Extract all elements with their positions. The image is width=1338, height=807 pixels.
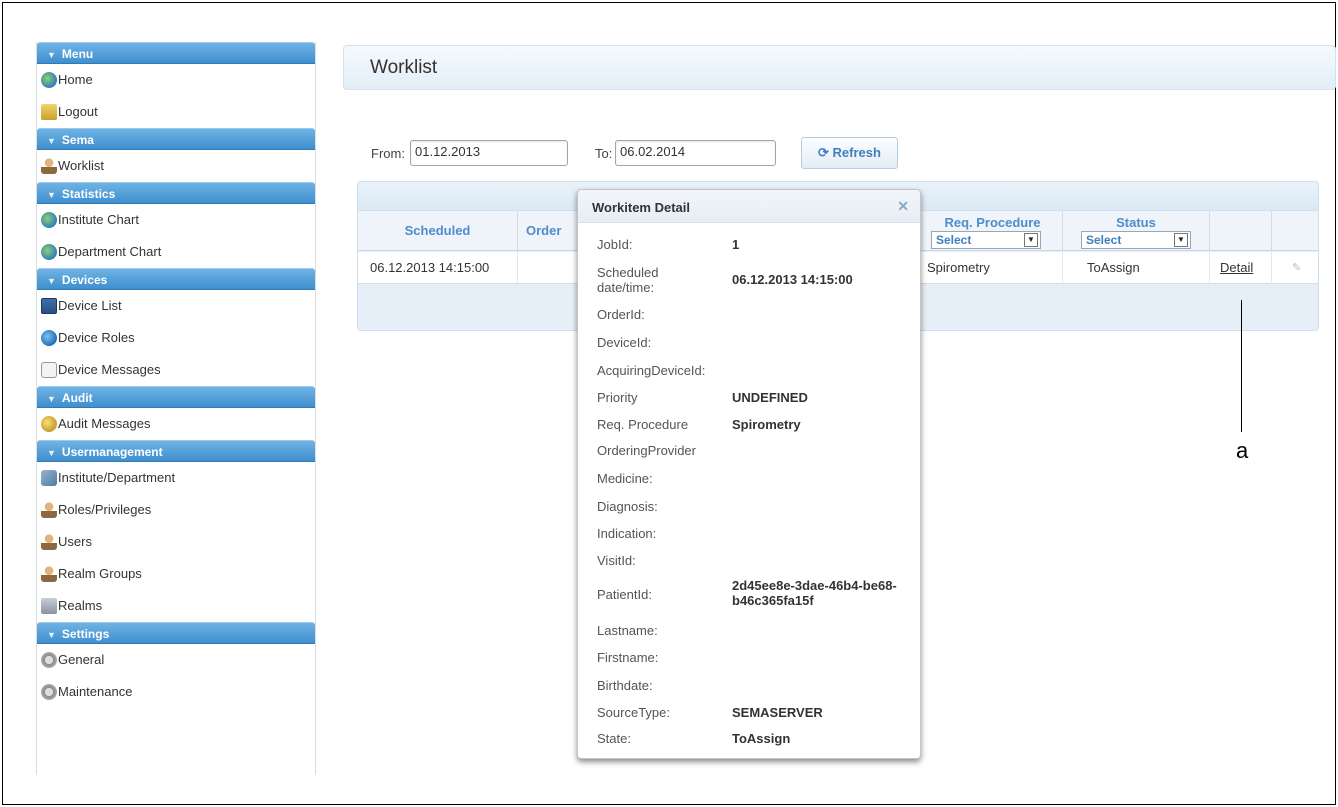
worklist-icon — [41, 158, 57, 174]
field-label-patientid: PatientId: — [597, 587, 652, 602]
dialog-title: Workitem Detail — [592, 200, 691, 215]
cell-status: ToAssign — [1063, 252, 1210, 284]
usermanagement-section-header[interactable]: ▼ Usermanagement — [37, 440, 315, 462]
chevron-down-icon: ▼ — [47, 448, 56, 458]
req-procedure-filter-select[interactable]: Select ▼ — [931, 231, 1041, 249]
field-value-sourcetype: SEMASERVER — [732, 705, 823, 720]
menu-section-header[interactable]: ▼ Menu — [37, 42, 315, 64]
edit-icon[interactable]: ✎ — [1272, 252, 1318, 284]
sidebar-menu: ▼ Menu Home Logout ▼ Sema Worklist ▼ Statis… — [36, 42, 316, 775]
chevron-down-icon: ▼ — [47, 630, 56, 640]
field-value-req-procedure: Spirometry — [732, 417, 801, 432]
field-value-priority: UNDEFINED — [732, 390, 808, 405]
detail-link[interactable]: Detail — [1210, 252, 1272, 284]
sidebar-item-general[interactable]: General — [37, 644, 315, 676]
from-label: From: — [371, 146, 405, 161]
sidebar-item-audit-messages[interactable]: Audit Messages — [37, 408, 315, 440]
sidebar-item-realm-groups[interactable]: Realm Groups — [37, 558, 315, 590]
field-value-scheduled: 06.12.2013 14:15:00 — [732, 272, 853, 287]
sidebar-item-users[interactable]: Users — [37, 526, 315, 558]
sidebar-item-department-chart[interactable]: Department Chart — [37, 236, 315, 268]
field-value-state: ToAssign — [732, 731, 791, 746]
chevron-down-icon: ▼ — [47, 276, 56, 286]
sidebar-item-realms[interactable]: Realms — [37, 590, 315, 622]
globe-icon — [41, 212, 57, 228]
close-icon[interactable]: ✕ — [897, 198, 909, 215]
sidebar-item-device-list[interactable]: Device List — [37, 290, 315, 322]
to-label: To: — [595, 146, 613, 161]
gear-icon — [41, 652, 57, 668]
sidebar-item-institute-chart[interactable]: Institute Chart — [37, 204, 315, 236]
field-value-patientid: 2d45ee8e-3dae-46b4-be68-b46c365fa15f — [732, 578, 897, 608]
globe-icon — [41, 244, 57, 260]
field-label-orderid: OrderId: — [597, 307, 645, 322]
sidebar-item-device-roles[interactable]: Device Roles — [37, 322, 315, 354]
field-value-jobid: 1 — [732, 237, 740, 252]
user-icon — [41, 566, 57, 582]
user-icon — [41, 534, 57, 550]
messages-icon — [41, 362, 57, 378]
column-header-detail — [1210, 211, 1272, 251]
device-list-icon — [41, 298, 57, 314]
chevron-down-icon: ▼ — [47, 190, 56, 200]
chevron-down-icon: ▼ — [47, 136, 56, 146]
sema-section-header[interactable]: ▼ Sema — [37, 128, 315, 150]
field-label-scheduled: Scheduled date/time: — [597, 265, 659, 295]
chevron-down-icon: ▼ — [1174, 233, 1188, 247]
field-label-req-procedure: Req. Procedure — [597, 417, 689, 432]
audit-section-header[interactable]: ▼ Audit — [37, 386, 315, 408]
field-label-state: State: — [597, 731, 631, 746]
gear-icon — [41, 684, 57, 700]
refresh-icon: ⟳ — [818, 145, 833, 160]
settings-section-header[interactable]: ▼ Settings — [37, 622, 315, 644]
sidebar-item-roles-privileges[interactable]: Roles/Privileges — [37, 494, 315, 526]
field-label-priority: Priority — [597, 390, 638, 405]
field-label-acquiringdeviceid: AcquiringDeviceId: — [597, 363, 706, 378]
cell-scheduled: 06.12.2013 14:15:00 — [358, 252, 518, 284]
field-label-orderingprovider: OrderingProvider — [597, 443, 696, 458]
column-header-order[interactable]: Order — [518, 211, 578, 251]
realms-icon — [41, 598, 57, 614]
sidebar-item-institute-department[interactable]: Institute/Department — [37, 462, 315, 494]
field-label-visitid: VisitId: — [597, 553, 636, 568]
page-title: Worklist — [370, 57, 438, 78]
annotation-leader-line — [1241, 300, 1242, 432]
sidebar-item-home[interactable]: Home — [37, 64, 315, 96]
field-label-jobid: JobId: — [597, 237, 633, 252]
logout-icon — [41, 104, 57, 120]
devices-section-header[interactable]: ▼ Devices — [37, 268, 315, 290]
chevron-down-icon: ▼ — [47, 394, 56, 404]
status-filter-select[interactable]: Select ▼ — [1081, 231, 1191, 249]
chevron-down-icon: ▼ — [47, 50, 56, 60]
sidebar-item-device-messages[interactable]: Device Messages — [37, 354, 315, 386]
field-label-indication: Indication: — [597, 526, 657, 541]
field-label-diagnosis: Diagnosis: — [597, 499, 658, 514]
refresh-button[interactable]: ⟳ Refresh — [801, 137, 898, 169]
field-label-sourcetype: SourceType: — [597, 705, 670, 720]
field-label-firstname: Firstname: — [597, 650, 659, 665]
sidebar-item-logout[interactable]: Logout — [37, 96, 315, 128]
from-date-input[interactable]: 01.12.2013 — [410, 140, 568, 166]
column-header-scheduled[interactable]: Scheduled — [358, 211, 518, 251]
user-icon — [41, 502, 57, 518]
cell-req-procedure: Spirometry — [923, 252, 1063, 284]
field-label-birthdate: Birthdate: — [597, 678, 653, 693]
workitem-detail-dialog: Workitem Detail ✕ JobId: 1 Scheduled dat… — [577, 189, 921, 759]
sidebar-item-maintenance[interactable]: Maintenance — [37, 676, 315, 708]
device-roles-icon — [41, 330, 57, 346]
cell-order — [518, 252, 578, 284]
institute-icon — [41, 470, 57, 486]
statistics-section-header[interactable]: ▼ Statistics — [37, 182, 315, 204]
audit-icon — [41, 416, 57, 432]
field-label-lastname: Lastname: — [597, 623, 658, 638]
field-label-medicine: Medicine: — [597, 471, 653, 486]
home-icon — [41, 72, 57, 88]
field-label-deviceid: DeviceId: — [597, 335, 652, 350]
to-date-input[interactable]: 06.02.2014 — [615, 140, 776, 166]
annotation-label: a — [1236, 438, 1249, 463]
chevron-down-icon: ▼ — [1024, 233, 1038, 247]
sidebar-item-worklist[interactable]: Worklist — [37, 150, 315, 182]
page-title-bar: Worklist — [343, 45, 1336, 90]
